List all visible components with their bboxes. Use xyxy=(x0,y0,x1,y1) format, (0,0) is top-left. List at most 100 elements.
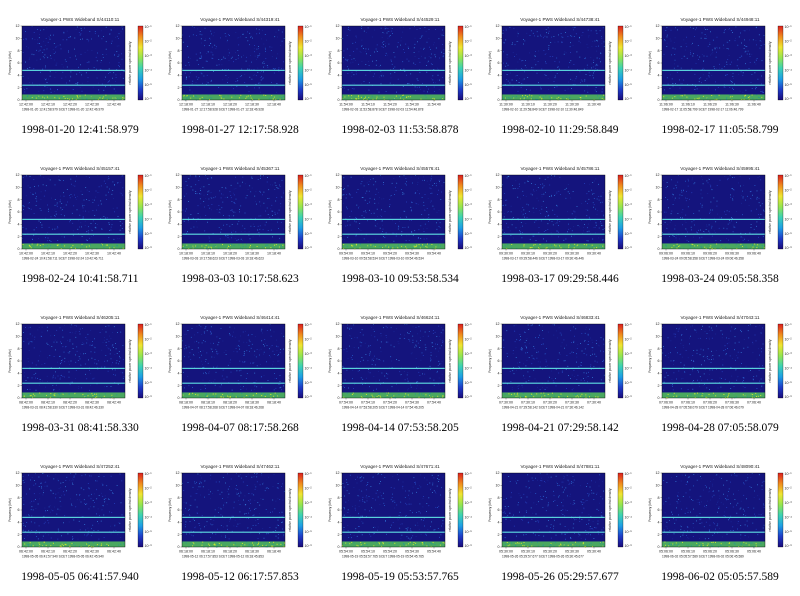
spectrogram-plot: Voyager-1 PWS Wideband S/46624:110246810… xyxy=(328,315,472,410)
noise-speckle xyxy=(691,179,693,181)
noise-speckle xyxy=(588,36,590,38)
noise-speckle xyxy=(427,91,428,93)
noise-speckle xyxy=(352,42,354,44)
noise-speckle xyxy=(381,46,383,48)
noise-speckle xyxy=(576,361,577,363)
low-frequency-speckle xyxy=(535,98,537,100)
panel-timestamp-caption: 1998-03-10 09:53:58.534 xyxy=(341,273,459,285)
noise-speckle xyxy=(115,77,117,78)
spectrogram-tile: Voyager-1 PWS Wideband S/46624:11 0 2 4 6 8 10… xyxy=(320,298,480,447)
noise-speckle xyxy=(575,328,577,330)
low-frequency-speckle xyxy=(537,98,539,100)
low-frequency-speckle xyxy=(69,98,70,100)
noise-speckle xyxy=(696,27,697,29)
noise-speckle xyxy=(518,384,520,386)
noise-speckle xyxy=(22,177,24,179)
noise-speckle xyxy=(347,66,348,68)
noise-speckle xyxy=(522,83,524,85)
noise-speckle xyxy=(270,335,272,337)
low-frequency-speckle xyxy=(209,97,211,99)
noise-speckle xyxy=(49,345,50,346)
noise-speckle xyxy=(413,47,415,49)
low-frequency-speckle xyxy=(29,395,31,397)
noise-speckle xyxy=(121,228,123,229)
noise-speckle xyxy=(224,197,226,198)
noise-speckle xyxy=(421,352,423,354)
noise-speckle xyxy=(410,331,411,332)
noise-speckle xyxy=(761,60,763,62)
noise-speckle xyxy=(46,326,48,328)
noise-speckle xyxy=(716,205,718,207)
noise-speckle xyxy=(344,379,346,381)
low-frequency-speckle xyxy=(105,94,107,96)
noise-speckle xyxy=(256,203,257,205)
noise-speckle xyxy=(106,199,107,200)
noise-speckle xyxy=(82,207,84,209)
noise-speckle xyxy=(530,68,532,70)
panel-timestamp-caption: 1998-02-17 11:05:58.799 xyxy=(661,124,779,136)
noise-speckle xyxy=(68,371,70,373)
noise-speckle xyxy=(245,378,247,379)
noise-speckle xyxy=(385,52,387,54)
noise-speckle xyxy=(706,180,708,182)
noise-speckle xyxy=(62,39,64,41)
noise-speckle xyxy=(674,224,676,226)
noise-speckle xyxy=(545,75,547,76)
noise-speckle xyxy=(254,354,255,356)
noise-speckle xyxy=(353,51,354,52)
noise-speckle xyxy=(668,231,670,233)
low-frequency-speckle xyxy=(183,94,185,96)
noise-speckle xyxy=(595,87,597,88)
low-frequency-speckle xyxy=(441,97,443,99)
noise-speckle xyxy=(64,361,66,363)
noise-speckle xyxy=(234,203,236,204)
noise-speckle xyxy=(600,195,602,197)
noise-speckle xyxy=(686,46,688,48)
y-tick-label: 8 xyxy=(338,347,340,351)
noise-speckle xyxy=(536,197,538,199)
y-tick-label: 10 xyxy=(16,335,20,339)
noise-speckle xyxy=(256,59,257,60)
noise-speckle xyxy=(508,175,510,177)
noise-speckle xyxy=(439,363,441,365)
noise-speckle xyxy=(250,35,252,37)
noise-speckle xyxy=(368,48,369,50)
noise-speckle xyxy=(242,331,244,333)
noise-speckle xyxy=(199,31,201,32)
noise-speckle xyxy=(188,178,190,180)
colorbar-tick-label: 10⁻³ xyxy=(145,352,153,356)
noise-speckle xyxy=(592,377,593,378)
noise-speckle xyxy=(250,55,251,56)
noise-speckle xyxy=(742,74,744,76)
colorbar xyxy=(617,25,624,101)
noise-speckle xyxy=(433,69,435,70)
noise-speckle xyxy=(664,221,666,223)
noise-speckle xyxy=(410,210,412,212)
noise-speckle xyxy=(525,223,527,224)
low-frequency-speckle xyxy=(757,244,759,246)
noise-speckle xyxy=(198,324,200,326)
noise-speckle xyxy=(515,227,517,229)
noise-speckle xyxy=(593,77,594,79)
noise-speckle xyxy=(385,341,387,343)
noise-speckle xyxy=(246,56,247,58)
noise-speckle xyxy=(87,49,89,51)
noise-speckle xyxy=(756,44,757,46)
noise-speckle xyxy=(122,77,124,79)
x-tick-label: 09:54:00 xyxy=(339,252,353,256)
noise-speckle xyxy=(237,57,239,59)
noise-speckle xyxy=(669,38,671,40)
x-tick-label: 11:30:00 xyxy=(499,103,513,107)
low-frequency-speckle xyxy=(85,394,87,396)
noise-speckle xyxy=(266,181,268,183)
low-frequency-speckle xyxy=(201,96,203,98)
noise-speckle xyxy=(80,190,82,192)
noise-speckle xyxy=(264,345,265,347)
spectrogram-background xyxy=(502,175,605,249)
noise-speckle xyxy=(416,387,417,389)
low-frequency-speckle xyxy=(433,98,435,100)
noise-speckle xyxy=(74,194,75,196)
noise-speckle xyxy=(430,180,432,182)
noise-speckle xyxy=(266,207,268,209)
noise-speckle xyxy=(115,81,116,82)
